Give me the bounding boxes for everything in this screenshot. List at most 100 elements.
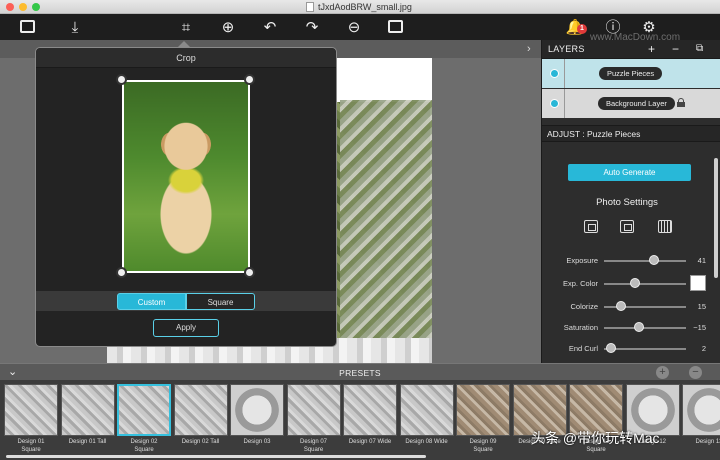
zoom-window-button[interactable] [32,3,40,11]
apply-button[interactable]: Apply [153,319,219,337]
slider-row: Exposure 41 [542,254,712,268]
photo-overlay-icon[interactable] [620,220,634,233]
layer-row-background[interactable]: Background Layer [542,89,720,118]
slider-row: Colorize 15 [542,300,712,314]
slider-knob[interactable] [629,278,640,288]
preset-label: Design 13 [695,439,720,445]
layer-visibility-dot-icon[interactable] [550,99,559,108]
adjust-header: ADJUST : Puzzle Pieces [542,125,720,142]
watermark-text-bottom: 头条 @带你玩转Mac [531,430,660,446]
auto-generate-button[interactable]: Auto Generate [568,164,691,181]
slider-label: Exposure [566,256,598,265]
preset-item[interactable]: Design 11 Square [569,384,623,460]
layer-visibility-dot-icon[interactable] [550,69,559,78]
presets-scrollbar[interactable] [6,455,426,458]
preset-thumbnail[interactable] [60,384,115,436]
duplicate-layer-icon[interactable]: ⧉ [696,43,703,54]
minimize-window-button[interactable] [19,3,27,11]
close-window-button[interactable] [6,3,14,11]
add-layer-icon[interactable]: + [648,42,655,56]
preset-thumbnail[interactable] [230,384,284,436]
slider-label: End Curl [568,344,598,353]
preset-item[interactable]: Design 02 Square [117,384,171,460]
preset-label: Design 07 Square [299,439,328,453]
adjust-scrollbar[interactable] [714,158,718,278]
slider-label: Exp. Color [562,279,598,288]
preset-thumbnail[interactable] [343,384,397,436]
slider-value: 15 [697,302,706,311]
preset-thumbnail[interactable] [117,384,171,436]
preset-item[interactable]: Design 03 [230,384,284,460]
notification-badge: 1 [577,24,587,34]
lock-icon[interactable] [677,98,685,107]
slider-track[interactable] [604,260,686,262]
slider-knob[interactable] [633,322,644,332]
slider-track[interactable] [604,327,686,329]
preset-label: Design 01 Tall [68,439,107,445]
preset-item[interactable]: Design 09 Wide [512,384,567,460]
window-title: tJxdAodBRW_small.jpg [318,2,412,12]
preset-thumbnail[interactable] [4,384,58,436]
slider-knob[interactable] [615,301,626,311]
layer-label: Background Layer [598,97,675,110]
rotate-right-icon[interactable]: ↷ [303,18,321,36]
color-swatch[interactable] [690,275,706,291]
grid-icon[interactable] [658,220,672,233]
rotate-left-icon[interactable]: ↶ [261,18,279,36]
layers-header: LAYERS + − ⧉ [542,40,720,59]
preset-thumbnail[interactable] [682,384,720,436]
photo-frame-icon[interactable] [20,20,35,33]
presets-header: ⌄ PRESETS + − [0,363,720,380]
crop-mode-custom[interactable]: Custom [117,293,186,310]
preset-thumbnail[interactable] [173,384,228,436]
slider-value: 2 [701,344,706,353]
crop-handle-top-left[interactable] [116,74,127,85]
add-preset-icon[interactable]: + [656,366,669,379]
remove-layer-icon[interactable]: − [672,42,679,56]
preset-label: Design 03 [243,439,271,445]
remove-preset-icon[interactable]: − [689,366,702,379]
fit-screen-icon[interactable] [388,20,403,33]
zoom-out-icon[interactable]: ⊖ [345,18,363,36]
crop-title: Crop [36,48,336,68]
layer-row-puzzle-pieces[interactable]: Puzzle Pieces [542,59,720,88]
slider-track[interactable] [604,348,686,350]
preset-label: Design 08 Wide [405,439,448,445]
main-toolbar: ⤓ ⌗ ⊕ ↶ ↷ ⊖ 🔔 ⓘ ⚙ www.MacDown.com [0,14,720,43]
preset-item[interactable]: Design 08 Wide [399,384,454,460]
preset-item[interactable]: Design 02 Tall [173,384,228,460]
slider-value: 41 [697,256,706,265]
slider-knob[interactable] [649,255,660,265]
preset-thumbnail[interactable] [456,384,510,436]
preset-item[interactable]: Design 01 Tall [60,384,115,460]
crop-handle-top-right[interactable] [244,74,255,85]
preset-label: Design 07 Wide [348,439,392,445]
crop-handle-bottom-right[interactable] [244,267,255,278]
crop-mode-square[interactable]: Square [186,293,255,310]
crop-icon[interactable]: ⌗ [177,18,195,36]
right-panel: LAYERS + − ⧉ Puzzle Pieces Background La… [541,40,720,363]
preset-thumbnail[interactable] [286,384,341,436]
layer-divider [564,59,565,88]
photo-settings-heading: Photo Settings [596,197,658,208]
preset-item[interactable]: Design 13 [682,384,720,460]
import-tray-icon[interactable]: ⤓ [66,18,84,36]
puzzle-image-edge [340,100,432,343]
crop-handle-bottom-left[interactable] [116,267,127,278]
slider-label: Saturation [563,323,598,332]
preset-item[interactable]: Design 01 Square [4,384,58,460]
photo-layout-icon[interactable] [584,220,598,233]
preset-item[interactable]: Design 12 [625,384,680,460]
adjust-title: ADJUST : Puzzle Pieces [547,129,641,139]
crop-preview-image[interactable] [122,80,250,273]
preset-item[interactable]: Design 07 Wide [343,384,397,460]
preset-item[interactable]: Design 09 Square [456,384,510,460]
slider-track[interactable] [604,283,686,285]
preset-label: Design 02 Tall [181,439,220,445]
expand-panel-chevron-icon[interactable]: › [527,43,531,55]
preset-label: Design 02 Square [130,439,158,453]
zoom-in-icon[interactable]: ⊕ [219,18,237,36]
preset-thumbnail[interactable] [399,384,454,436]
slider-knob[interactable] [605,343,616,353]
preset-item[interactable]: Design 07 Square [286,384,341,460]
